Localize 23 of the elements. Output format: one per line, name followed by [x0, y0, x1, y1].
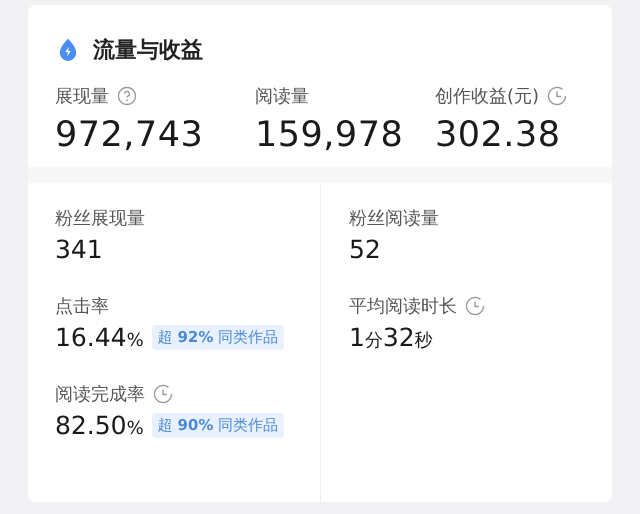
metric-value: 341 [55, 235, 103, 264]
metric-label: 点击率 [55, 295, 109, 318]
metric-value: 972,743 [55, 115, 204, 155]
metric-value: 302.38 [435, 115, 562, 155]
metric-value: 52 [349, 235, 381, 264]
metric-label: 阅读量 [255, 85, 309, 108]
clock-icon[interactable] [547, 86, 568, 106]
comparison-tag: 超 92% 同类作品 [152, 325, 284, 350]
metric-label: 阅读完成率 [55, 383, 145, 406]
metric-label: 粉丝展现量 [55, 207, 145, 230]
metric-label: 粉丝阅读量 [349, 207, 439, 230]
metric-value: 159,978 [255, 115, 404, 155]
help-icon[interactable] [117, 86, 137, 106]
metric-value: 1分32秒 [349, 323, 433, 352]
metric-label: 创作收益(元) [435, 85, 540, 108]
clock-icon[interactable] [465, 296, 485, 316]
metric-label: 展现量 [55, 85, 109, 108]
clock-icon[interactable] [153, 384, 173, 404]
comparison-tag: 超 90% 同类作品 [152, 413, 284, 438]
metric-value: 16.44% [55, 323, 144, 352]
metric-value: 82.50% [55, 411, 144, 440]
section-title: 流量与收益 [93, 36, 203, 65]
metric-label: 平均阅读时长 [349, 295, 457, 318]
